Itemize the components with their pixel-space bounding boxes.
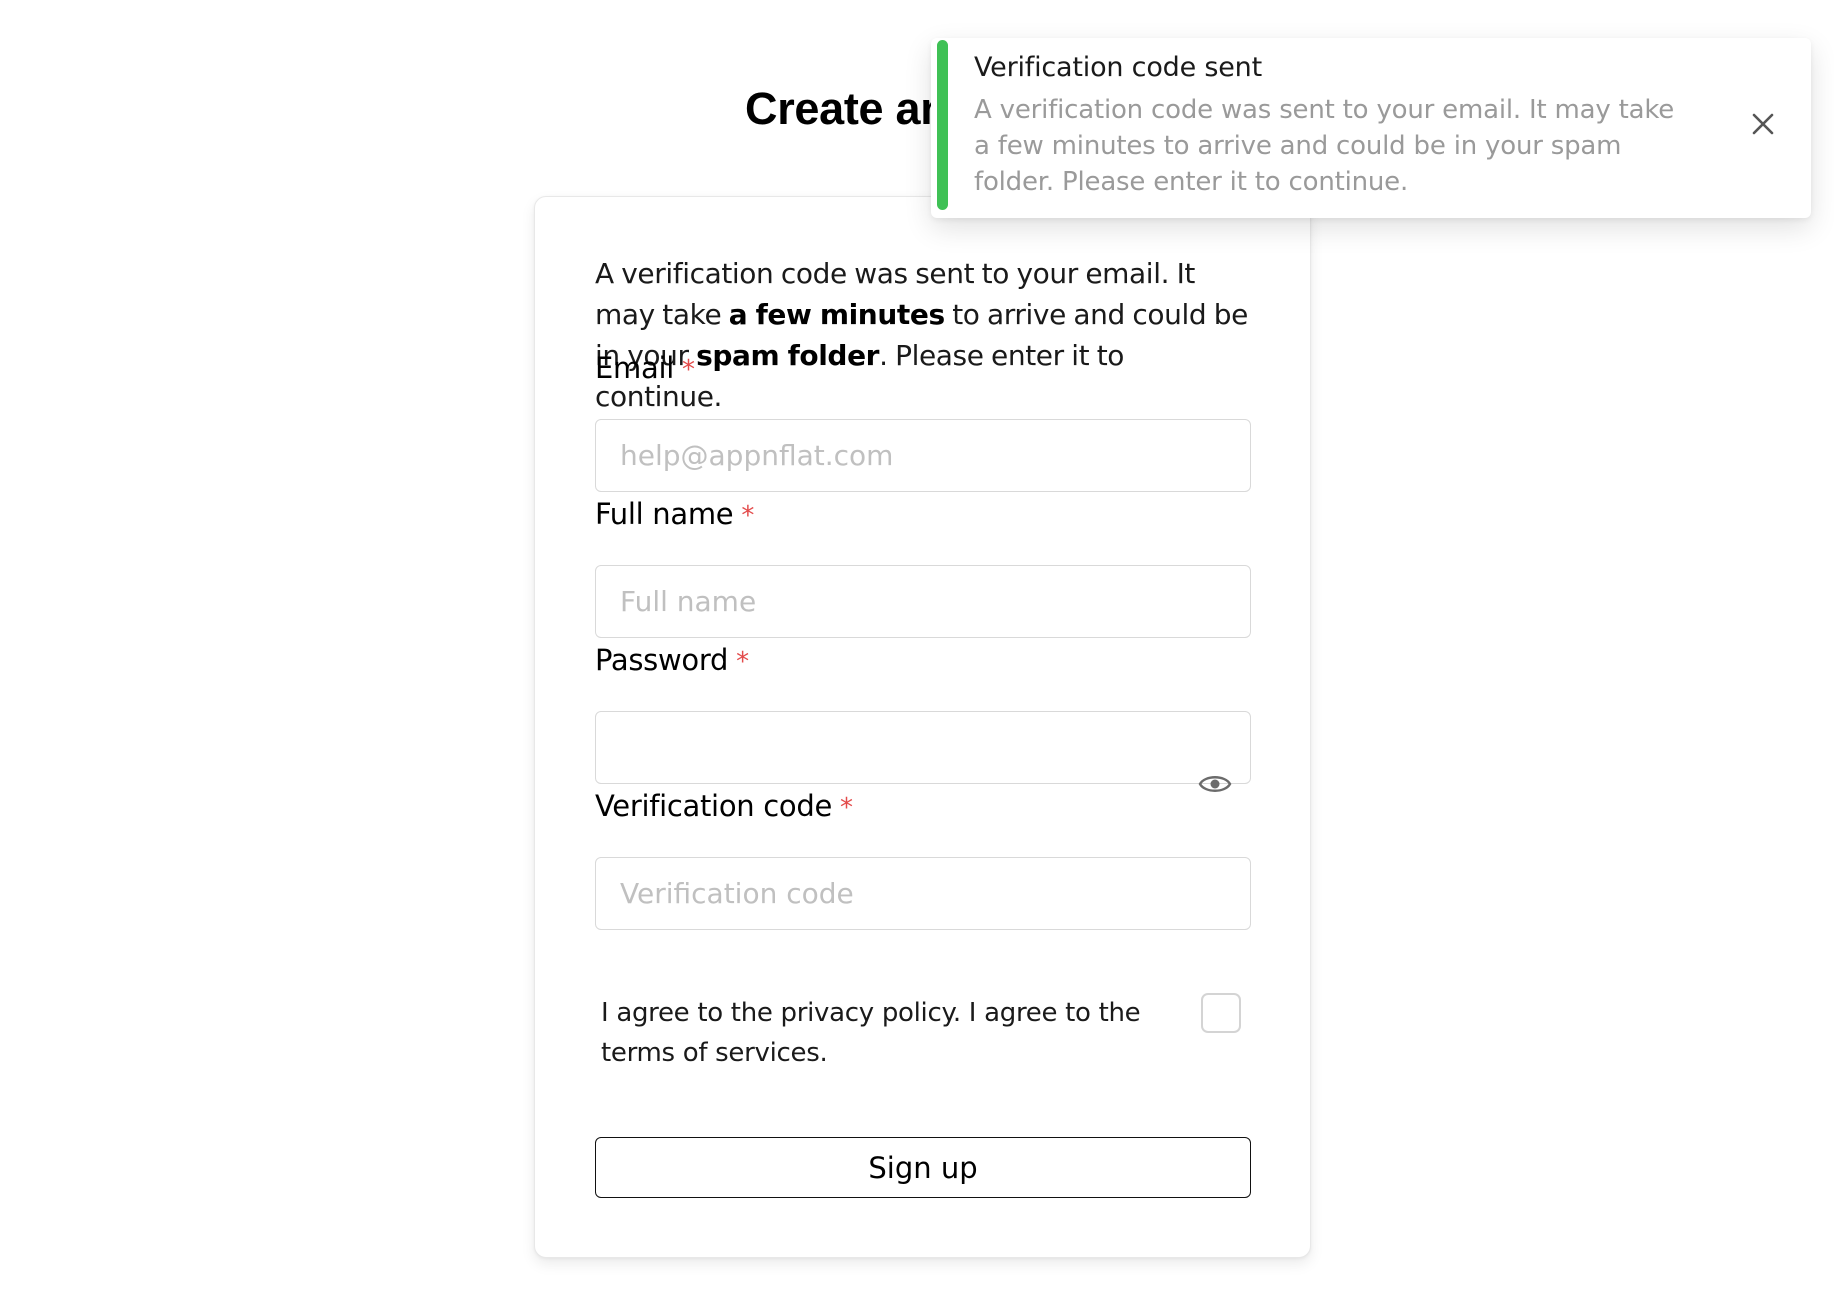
- signup-card: A verification code was sent to your ema…: [534, 196, 1311, 1258]
- toast-title: Verification code sent: [974, 52, 1262, 83]
- agreement-text: I agree to the privacy policy. I agree t…: [601, 998, 1141, 1068]
- password-label-text: Password: [595, 643, 729, 677]
- verification-intro-text: A verification code was sent to your ema…: [595, 253, 1255, 417]
- email-label: Email *: [595, 351, 695, 385]
- email-field[interactable]: [595, 419, 1251, 492]
- verification-code-label: Verification code *: [595, 789, 853, 823]
- full-name-label: Full name *: [595, 497, 754, 531]
- required-mark: *: [681, 355, 695, 385]
- full-name-label-text: Full name: [595, 497, 734, 531]
- required-mark: *: [736, 647, 749, 677]
- verification-code-label-text: Verification code: [595, 789, 832, 823]
- intro-emphasis-few-minutes: a few minutes: [728, 298, 945, 331]
- page-title: Create an: [745, 83, 948, 134]
- password-label: Password *: [595, 643, 749, 677]
- sign-up-button[interactable]: Sign up: [595, 1137, 1251, 1198]
- password-field[interactable]: [595, 711, 1251, 784]
- toast-message: A verification code was sent to your ema…: [974, 95, 1675, 197]
- verification-code-field[interactable]: [595, 857, 1251, 930]
- required-mark: *: [840, 793, 853, 823]
- notification-toast: Verification code sent A verification co…: [931, 38, 1811, 218]
- close-icon[interactable]: [1749, 110, 1777, 138]
- required-mark: *: [741, 501, 755, 531]
- eye-icon[interactable]: [1198, 767, 1232, 801]
- intro-emphasis-spam-folder: spam folder: [696, 339, 880, 372]
- full-name-field[interactable]: [595, 565, 1251, 638]
- email-label-text: Email: [595, 351, 674, 385]
- toast-success-accent: [937, 40, 948, 210]
- agreement-checkbox[interactable]: [1201, 993, 1241, 1033]
